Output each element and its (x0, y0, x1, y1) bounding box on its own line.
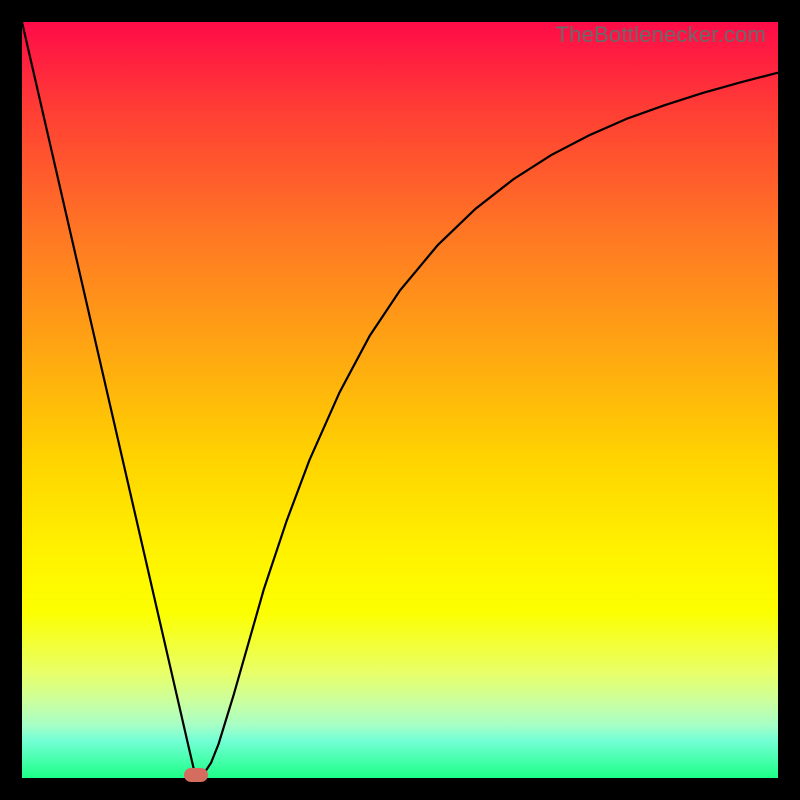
plot-area: TheBottlenecker.com (22, 22, 778, 778)
minimum-marker (184, 768, 208, 782)
bottleneck-curve (22, 22, 778, 778)
chart-frame: TheBottlenecker.com (0, 0, 800, 800)
